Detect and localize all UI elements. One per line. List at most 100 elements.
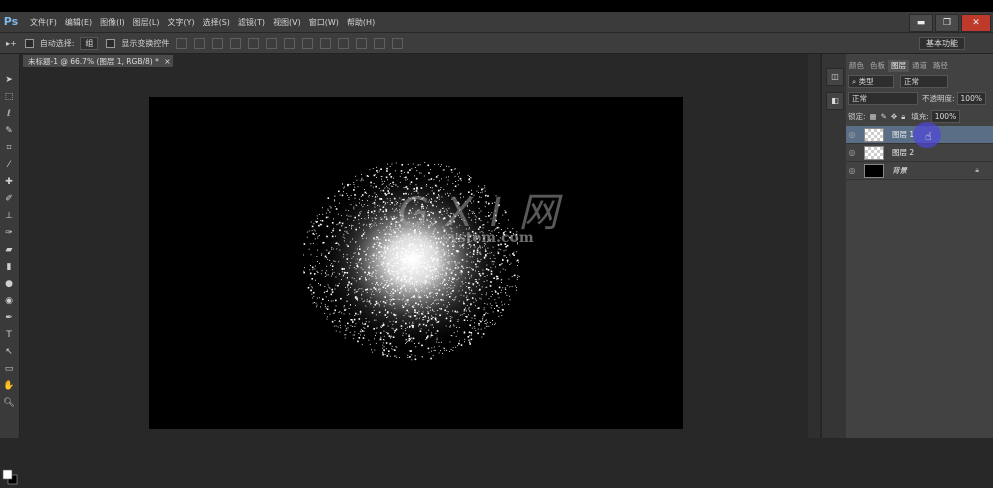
show-transform-label: 显示变换控件 <box>121 38 170 48</box>
filter-mode[interactable]: 正常 <box>900 75 948 88</box>
minimize-button[interactable]: ▬ <box>909 14 933 32</box>
fill-input[interactable]: 100% <box>930 110 961 123</box>
menu-layer[interactable]: 图层(L) <box>133 17 160 28</box>
menu-filter[interactable]: 滤镜(T) <box>238 17 265 28</box>
restore-button[interactable]: ❐ <box>935 14 959 32</box>
collapsed-panels: ◫ ◧ <box>821 54 847 438</box>
align-vcenter-icon[interactable] <box>194 37 206 49</box>
close-tab-icon[interactable]: × <box>164 57 170 66</box>
opacity-label: 不透明度: <box>922 94 955 103</box>
layer-row-layer2[interactable]: ◎ 图层 2 <box>846 144 993 162</box>
close-button[interactable]: ✕ <box>961 14 991 32</box>
tab-paths[interactable]: 路径 <box>930 60 951 72</box>
visibility-eye-icon[interactable]: ◎ <box>846 148 858 157</box>
distribute-right-icon[interactable] <box>374 37 386 49</box>
menu-image[interactable]: 图像(I) <box>100 17 125 28</box>
pen-tool-icon[interactable]: ✒ <box>3 312 15 324</box>
distribute-hcenter-icon[interactable] <box>356 37 368 49</box>
auto-select-dropdown[interactable]: 组 <box>80 36 99 50</box>
distribute-top-icon[interactable] <box>284 37 296 49</box>
lock-pixels-icon[interactable]: ▦ <box>870 112 877 121</box>
lasso-tool-icon[interactable]: ℓ <box>3 108 15 120</box>
gradient-tool-icon[interactable]: ▮ <box>3 261 15 273</box>
show-transform-checkbox[interactable] <box>106 38 116 48</box>
layers-panel: 颜色 色板 图层 通道 路径 ⌕ 类型 正常 正常 不透明度: 100% 锁定:… <box>846 54 993 438</box>
quick-select-tool-icon[interactable]: ✎ <box>3 125 15 137</box>
tab-color[interactable]: 颜色 <box>846 60 867 72</box>
menu-select[interactable]: 选择(S) <box>203 17 230 28</box>
menu-bar: Ps 文件(F) 编辑(E) 图像(I) 图层(L) 文字(Y) 选择(S) 滤… <box>0 12 993 33</box>
lock-label: 锁定: <box>848 112 866 121</box>
auto-align-icon[interactable] <box>392 37 404 49</box>
tab-channels[interactable]: 通道 <box>909 60 930 72</box>
color-swatches[interactable] <box>2 466 18 488</box>
auto-select-checkbox[interactable] <box>24 38 34 48</box>
filter-kind-label: 类型 <box>858 77 874 86</box>
path-select-tool-icon[interactable]: ↖ <box>3 346 15 358</box>
healing-brush-tool-icon[interactable]: ✚ <box>3 176 15 188</box>
document-canvas[interactable] <box>149 97 683 429</box>
properties-panel-icon[interactable]: ◧ <box>826 92 844 110</box>
document-title: 未标题-1 @ 66.7% (图层 1, RGB/8) * <box>28 57 159 66</box>
eraser-tool-icon[interactable]: ▰ <box>3 244 15 256</box>
workspace-dropdown[interactable]: 基本功能 <box>919 37 965 50</box>
opacity-input[interactable]: 100% <box>956 92 986 105</box>
brush-tool-icon[interactable]: ✐ <box>3 193 15 205</box>
dodge-tool-icon[interactable]: ◉ <box>3 295 15 307</box>
layer-thumbnail <box>864 127 884 142</box>
lock-brush-icon[interactable]: ✎ <box>881 112 887 121</box>
blur-tool-icon[interactable]: ● <box>3 278 15 290</box>
crop-tool-icon[interactable]: ⌗ <box>3 142 15 154</box>
top-strip <box>0 0 993 12</box>
align-top-icon[interactable] <box>176 37 188 49</box>
lock-position-icon[interactable]: ✥ <box>891 112 897 121</box>
marquee-tool-icon[interactable]: ⬚ <box>3 91 15 103</box>
align-left-icon[interactable] <box>230 37 242 49</box>
eyedropper-tool-icon[interactable]: ⁄ <box>3 159 15 171</box>
history-panel-icon[interactable]: ◫ <box>826 68 844 86</box>
visibility-eye-icon[interactable]: ◎ <box>846 130 858 139</box>
tools-panel: ➤ ⬚ ℓ ✎ ⌗ ⁄ ✚ ✐ ⊥ ✑ ▰ ▮ ● ◉ ✒ T ↖ ▭ ✋ 🔍︎ <box>0 54 20 485</box>
history-brush-tool-icon[interactable]: ✑ <box>3 227 15 239</box>
blend-mode-dropdown[interactable]: 正常 <box>848 92 918 105</box>
align-hcenter-icon[interactable] <box>248 37 260 49</box>
layer-filter-dropdown[interactable]: ⌕ 类型 <box>848 75 894 88</box>
watermark-url: system.com <box>442 230 534 246</box>
menu-view[interactable]: 视图(V) <box>273 17 301 28</box>
auto-select-label: 自动选择: <box>39 38 75 48</box>
photoshop-logo: Ps <box>3 15 19 28</box>
distribute-vcenter-icon[interactable] <box>302 37 314 49</box>
align-right-icon[interactable] <box>266 37 278 49</box>
visibility-eye-icon[interactable]: ◎ <box>846 166 858 175</box>
layer-row-background[interactable]: ◎ 背景 🔒︎ <box>846 162 993 180</box>
distribute-bottom-icon[interactable] <box>320 37 332 49</box>
tab-swatches[interactable]: 色板 <box>867 60 888 72</box>
move-tool-icon[interactable]: ➤ <box>3 74 15 86</box>
menu-window[interactable]: 窗口(W) <box>309 17 339 28</box>
panel-divider <box>808 54 820 438</box>
tab-layers[interactable]: 图层 <box>888 60 909 72</box>
clone-stamp-tool-icon[interactable]: ⊥ <box>3 210 15 222</box>
fill-label: 填充: <box>911 112 929 121</box>
shape-tool-icon[interactable]: ▭ <box>3 363 15 375</box>
zoom-tool-icon[interactable]: 🔍︎ <box>3 397 15 409</box>
hand-tool-icon[interactable]: ✋ <box>3 380 15 392</box>
particle-cloud-image <box>303 162 520 361</box>
lock-icon: 🔒︎ <box>975 166 979 174</box>
panel-tabs: 颜色 色板 图层 通道 路径 <box>846 60 993 72</box>
menu-help[interactable]: 帮助(H) <box>347 17 375 28</box>
align-bottom-icon[interactable] <box>212 37 224 49</box>
menu-type[interactable]: 文字(Y) <box>167 17 194 28</box>
type-tool-icon[interactable]: T <box>3 329 15 341</box>
document-tab[interactable]: 未标题-1 @ 66.7% (图层 1, RGB/8) * × <box>22 54 174 67</box>
menu-file[interactable]: 文件(F) <box>30 17 57 28</box>
layer-name: 图层 2 <box>892 148 915 157</box>
layer-thumbnail <box>864 145 884 160</box>
layer-thumbnail <box>864 163 884 178</box>
lock-all-icon[interactable]: 🔒︎ <box>901 112 905 122</box>
menu-edit[interactable]: 编辑(E) <box>65 17 92 28</box>
move-tool-icon[interactable]: ▸+ <box>6 39 17 48</box>
window-controls: ▬ ❐ ✕ <box>909 12 993 32</box>
distribute-left-icon[interactable] <box>338 37 350 49</box>
layer-name: 图层 1 <box>892 130 915 139</box>
